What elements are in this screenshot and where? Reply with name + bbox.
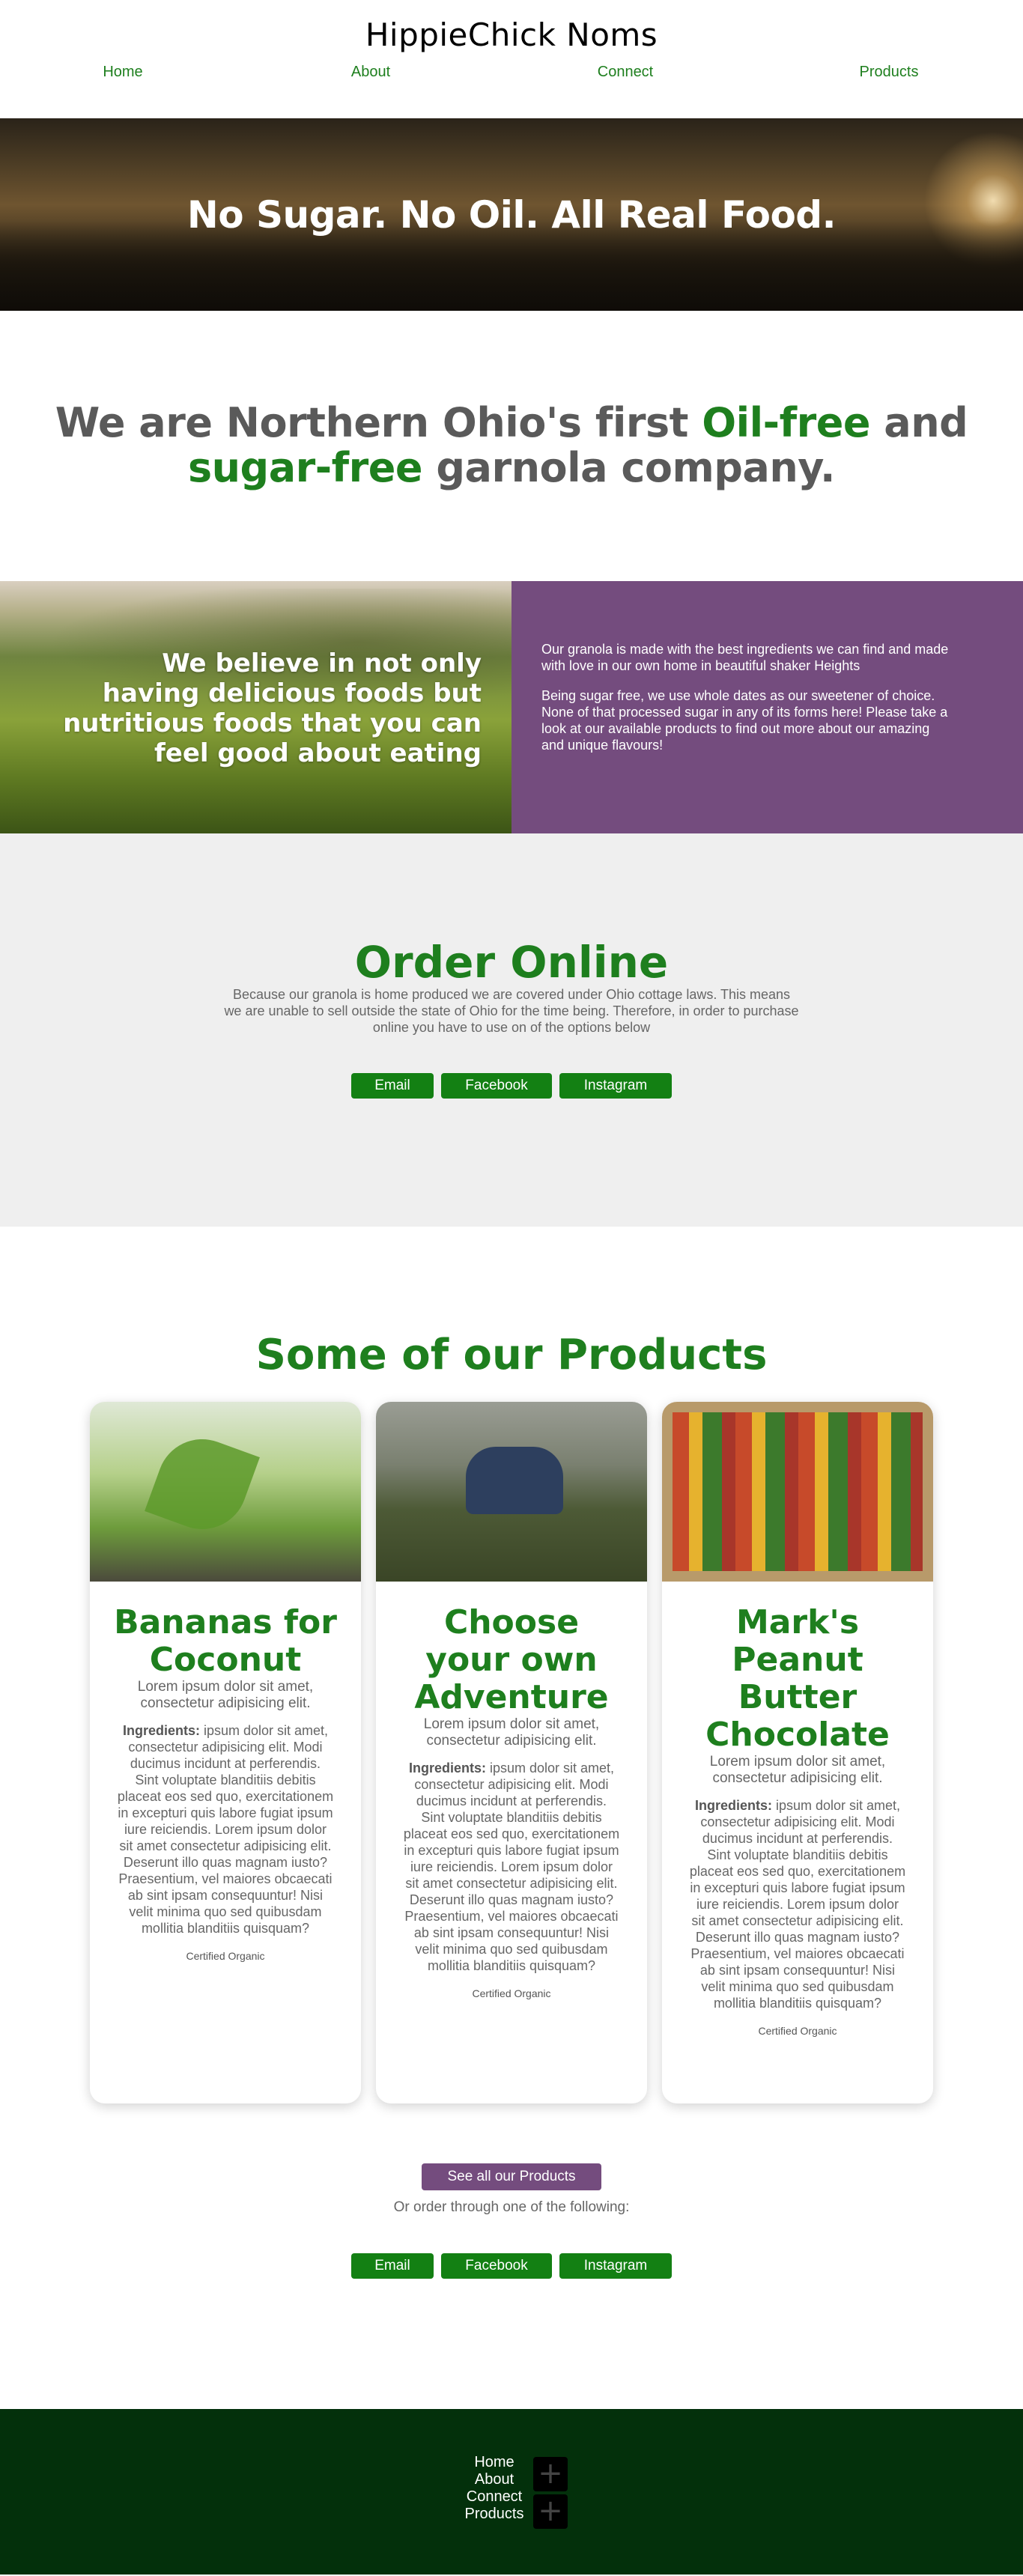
about-text-panel: Our granola is made with the best ingred… bbox=[511, 581, 1023, 833]
site-header: HippieChick Noms Home About Connect Prod… bbox=[0, 0, 1023, 118]
see-all-products-button[interactable]: See all our Products bbox=[422, 2163, 601, 2190]
ingredients-label: Ingredients: bbox=[122, 1723, 200, 1738]
hero-banner: No Sugar. No Oil. All Real Food. bbox=[0, 118, 1023, 311]
product-ingredients: Ingredients: ipsum dolor sit amet, conse… bbox=[376, 1760, 647, 1974]
plus-icon[interactable]: + bbox=[533, 2457, 568, 2491]
email-button[interactable]: Email bbox=[351, 2253, 434, 2279]
product-cards: Bananas for Coconut Lorem ipsum dolor si… bbox=[0, 1402, 1023, 2103]
ingredients-text: ipsum dolor sit amet, consectetur adipis… bbox=[403, 1761, 620, 1973]
product-title: Bananas for Coconut bbox=[114, 1603, 337, 1679]
facebook-button[interactable]: Facebook bbox=[441, 1073, 552, 1099]
intro-text-1: We are Northern Ohio's first bbox=[55, 399, 702, 446]
intro-text-2: and bbox=[869, 399, 968, 446]
nav-about[interactable]: About bbox=[351, 64, 390, 81]
product-card[interactable]: Mark's Peanut Butter Chocolate Lorem ips… bbox=[662, 1402, 933, 2103]
order-buttons-bottom: Email Facebook Instagram bbox=[0, 2253, 1023, 2279]
order-title: Order Online bbox=[354, 937, 669, 988]
instagram-button[interactable]: Instagram bbox=[559, 2253, 672, 2279]
product-title: Choose your own Adventure bbox=[414, 1603, 609, 1716]
footer-nav-products[interactable]: Products bbox=[461, 2506, 528, 2523]
see-all-wrap: See all our Products bbox=[0, 2163, 1023, 2190]
nav-home[interactable]: Home bbox=[103, 64, 142, 81]
intro-text-3: garnola company. bbox=[422, 444, 836, 491]
nav-products[interactable]: Products bbox=[860, 64, 919, 81]
ingredients-text: ipsum dolor sit amet, consectetur adipis… bbox=[689, 1798, 906, 2011]
certified-organic-label: Certified Organic bbox=[758, 2025, 837, 2037]
product-ingredients: Ingredients: ipsum dolor sit amet, conse… bbox=[662, 1797, 933, 2011]
or-order-text: Or order through one of the following: bbox=[393, 2199, 630, 2215]
footer-nav-about[interactable]: About bbox=[461, 2471, 528, 2488]
product-subtitle: Lorem ipsum dolor sit amet, consectetur … bbox=[137, 1679, 314, 1711]
intro-heading: We are Northern Ohio's first Oil-free an… bbox=[0, 401, 1023, 490]
product-card[interactable]: Bananas for Coconut Lorem ipsum dolor si… bbox=[90, 1402, 361, 2103]
email-button[interactable]: Email bbox=[351, 1073, 434, 1099]
ingredients-label: Ingredients: bbox=[694, 1798, 772, 1813]
landscape-image: We believe in not only having delicious … bbox=[0, 581, 511, 833]
products-title: Some of our Products bbox=[255, 1331, 768, 1379]
farmer-image bbox=[376, 1402, 647, 1582]
about-split: We believe in not only having delicious … bbox=[0, 581, 1023, 833]
ingredients-text: ipsum dolor sit amet, consectetur adipis… bbox=[117, 1723, 334, 1936]
main-nav: Home About Connect Products bbox=[0, 59, 1023, 89]
footer-nav-home[interactable]: Home bbox=[461, 2454, 528, 2471]
products-section: Some of our Products Bananas for Coconut… bbox=[0, 1227, 1023, 2409]
intro-sugar-free: sugar-free bbox=[187, 444, 423, 491]
order-online-section: Order Online Because our granola is home… bbox=[0, 833, 1023, 1227]
sprout-image bbox=[90, 1402, 361, 1582]
brand-logo[interactable]: HippieChick Noms bbox=[0, 0, 1023, 53]
instagram-button[interactable]: Instagram bbox=[559, 1073, 672, 1099]
product-card[interactable]: Choose your own Adventure Lorem ipsum do… bbox=[376, 1402, 647, 2103]
belief-statement: We believe in not only having delicious … bbox=[63, 648, 482, 768]
certified-organic-label: Certified Organic bbox=[186, 1950, 265, 1962]
footer-nav: Home About Connect Products bbox=[461, 2454, 528, 2523]
product-subtitle: Lorem ipsum dolor sit amet, consectetur … bbox=[709, 1754, 886, 1786]
product-ingredients: Ingredients: ipsum dolor sit amet, conse… bbox=[90, 1722, 361, 1936]
footer-nav-connect[interactable]: Connect bbox=[461, 2488, 528, 2506]
plus-icon[interactable]: + bbox=[533, 2494, 568, 2529]
vegetable-crate-image bbox=[662, 1402, 933, 1582]
intro-oil-free: Oil-free bbox=[702, 399, 870, 446]
about-paragraph-2: Being sugar free, we use whole dates as … bbox=[541, 688, 948, 753]
facebook-button[interactable]: Facebook bbox=[441, 2253, 552, 2279]
certified-organic-label: Certified Organic bbox=[472, 1987, 551, 1999]
about-paragraph-1: Our granola is made with the best ingred… bbox=[541, 642, 949, 673]
order-description: Because our granola is home produced we … bbox=[224, 987, 799, 1035]
product-title: Mark's Peanut Butter Chocolate bbox=[705, 1603, 890, 1754]
ingredients-label: Ingredients: bbox=[408, 1761, 486, 1775]
product-subtitle: Lorem ipsum dolor sit amet, consectetur … bbox=[423, 1716, 600, 1749]
site-footer: Home About Connect Products + + bbox=[0, 2409, 1023, 2575]
nav-connect[interactable]: Connect bbox=[598, 64, 654, 81]
order-buttons: Email Facebook Instagram bbox=[0, 1073, 1023, 1099]
hero-title: No Sugar. No Oil. All Real Food. bbox=[186, 193, 837, 237]
intro-section: We are Northern Ohio's first Oil-free an… bbox=[0, 311, 1023, 581]
